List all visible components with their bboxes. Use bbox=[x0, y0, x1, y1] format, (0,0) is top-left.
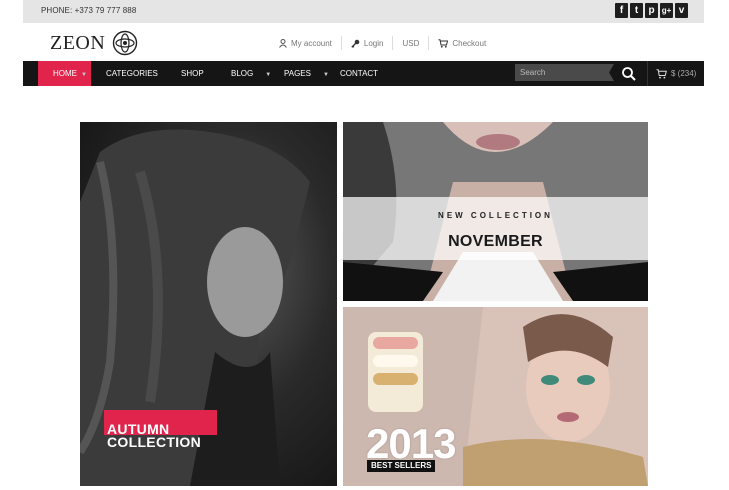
logo-text: ZEON bbox=[50, 31, 106, 54]
nav-item-contact[interactable]: CONTACT bbox=[340, 61, 378, 86]
search-input[interactable] bbox=[515, 64, 614, 81]
currency-selector[interactable]: USD bbox=[392, 36, 428, 50]
key-icon bbox=[351, 39, 360, 48]
search-icon[interactable] bbox=[621, 66, 637, 82]
header-links: My account Login USD Checkout bbox=[270, 36, 495, 50]
checkout-label: Checkout bbox=[452, 38, 487, 48]
cart-total: $ (234) bbox=[671, 69, 697, 78]
currency-label: USD bbox=[402, 38, 420, 48]
site-logo[interactable]: ZEON bbox=[50, 30, 138, 56]
nav-label-shop: SHOP bbox=[181, 69, 204, 78]
nav-item-shop[interactable]: SHOP bbox=[181, 61, 204, 86]
phone-number: PHONE: +373 79 777 888 bbox=[41, 6, 137, 15]
bestsellers-label: BEST SELLERS bbox=[367, 460, 436, 472]
autumn-line2: COLLECTION bbox=[107, 434, 201, 450]
nav-item-blog[interactable]: BLOG ▼ bbox=[231, 61, 271, 86]
social-links: f t p g+ v bbox=[615, 3, 688, 18]
nav-label-blog: BLOG bbox=[231, 69, 254, 78]
my-account-label: My account bbox=[291, 38, 332, 48]
nav-label-contact: CONTACT bbox=[340, 69, 379, 78]
cart-icon bbox=[438, 38, 449, 48]
nav-item-pages[interactable]: PAGES ▼ bbox=[284, 61, 329, 86]
logo-flower-icon bbox=[113, 30, 138, 56]
chevron-down-icon: ▼ bbox=[322, 72, 329, 78]
main-nav: HOME ▼ CATEGORIES SHOP BLOG ▼ PAGES ▼ CONTA… bbox=[23, 61, 704, 86]
cart-button[interactable]: $ (234) bbox=[647, 61, 696, 86]
pinterest-icon[interactable]: p bbox=[645, 3, 658, 18]
november-title: NOVEMBER bbox=[448, 233, 543, 250]
chevron-down-icon: ▼ bbox=[81, 72, 87, 78]
nav-item-home[interactable]: HOME ▼ bbox=[38, 61, 91, 86]
google-plus-icon[interactable]: g+ bbox=[660, 3, 673, 18]
checkout-link[interactable]: Checkout bbox=[428, 36, 495, 50]
november-subtitle: NEW COLLECTION bbox=[438, 211, 553, 220]
vimeo-icon[interactable]: v bbox=[675, 3, 688, 18]
my-account-link[interactable]: My account bbox=[270, 36, 341, 50]
chevron-down-icon: ▼ bbox=[265, 72, 272, 78]
user-icon bbox=[279, 38, 287, 48]
nav-label-pages: PAGES bbox=[284, 69, 311, 78]
login-link[interactable]: Login bbox=[340, 36, 393, 50]
nav-label-home: HOME bbox=[53, 69, 77, 78]
login-label: Login bbox=[363, 38, 384, 48]
facebook-icon[interactable]: f bbox=[615, 3, 628, 18]
cart-icon bbox=[656, 68, 667, 78]
top-bar: PHONE: +373 79 777 888 f t p g+ v bbox=[23, 0, 704, 23]
nav-item-categories[interactable]: CATEGORIES bbox=[106, 61, 158, 86]
nav-label-categories: CATEGORIES bbox=[106, 69, 158, 78]
tumblr-icon[interactable]: t bbox=[630, 3, 643, 18]
